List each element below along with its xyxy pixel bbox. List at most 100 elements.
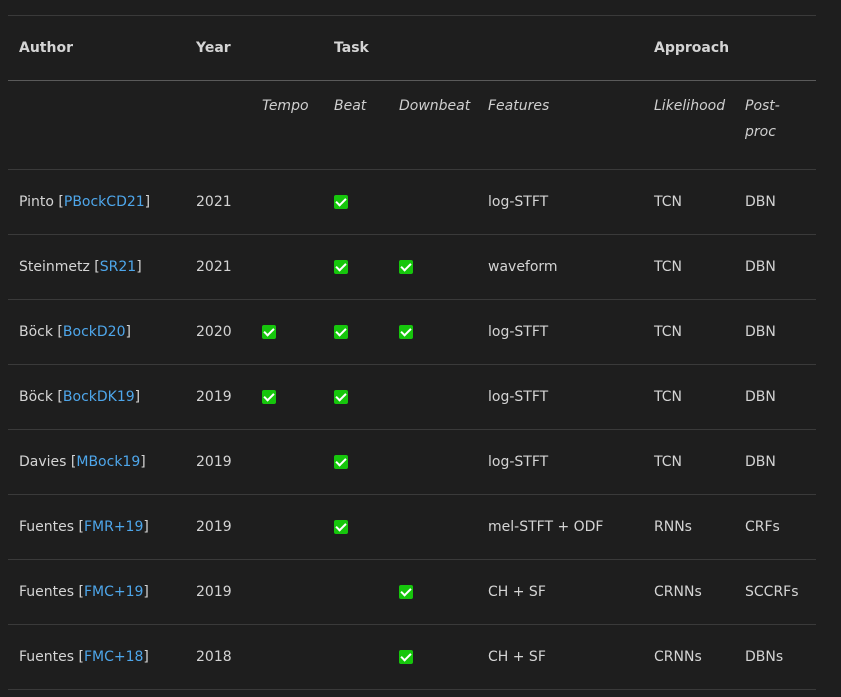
cell-likelihood: RNNs xyxy=(654,494,745,560)
methods-table: Author Year Task Approach Tempo Beat Dow… xyxy=(8,15,816,690)
subheader-downbeat: Downbeat xyxy=(399,98,471,114)
author-name: Steinmetz xyxy=(19,259,90,275)
cell-downbeat xyxy=(399,299,488,365)
author-name: Böck xyxy=(19,389,53,405)
author-name: Fuentes xyxy=(19,584,75,600)
citation-link[interactable]: FMC+19 xyxy=(84,584,143,600)
cell-features: log-STFT xyxy=(488,299,654,365)
cell-beat xyxy=(334,494,399,560)
check-mark-icon xyxy=(399,650,413,664)
citation-link[interactable]: BockDK19 xyxy=(63,389,135,405)
cell-beat xyxy=(334,299,399,365)
author-name: Fuentes xyxy=(19,649,75,665)
cell-author: Fuentes [FMC+18] xyxy=(8,624,196,690)
cell-author: Fuentes [FMC+19] xyxy=(8,559,196,625)
cell-downbeat xyxy=(399,559,488,625)
header-year: Year xyxy=(196,15,262,81)
cell-downbeat xyxy=(399,364,488,430)
check-mark-icon xyxy=(334,520,348,534)
check-mark-icon xyxy=(334,260,348,274)
check-mark-icon xyxy=(334,455,348,469)
cell-postproc: DBN xyxy=(745,364,816,430)
cell-features: log-STFT xyxy=(488,169,654,235)
check-mark-icon xyxy=(334,325,348,339)
cell-postproc: DBN xyxy=(745,429,816,495)
cell-downbeat xyxy=(399,234,488,300)
cell-features: CH + SF xyxy=(488,624,654,690)
citation-link[interactable]: BockD20 xyxy=(63,324,126,340)
cell-postproc: SCCRFs xyxy=(745,559,816,625)
table-row: Böck [BockD20] 2020 log-STFT TCN DBN xyxy=(8,299,816,365)
cell-features: log-STFT xyxy=(488,429,654,495)
subheader-features: Features xyxy=(488,98,550,114)
subheader-row: Tempo Beat Downbeat Features Likelihood … xyxy=(8,80,816,170)
citation-link[interactable]: SR21 xyxy=(100,259,136,275)
cell-beat xyxy=(334,559,399,625)
check-mark-icon xyxy=(334,390,348,404)
subheader-likelihood: Likelihood xyxy=(654,98,726,114)
cell-features: waveform xyxy=(488,234,654,300)
cell-tempo xyxy=(262,364,334,430)
author-name: Böck xyxy=(19,324,53,340)
cell-author: Böck [BockD20] xyxy=(8,299,196,365)
cell-year: 2021 xyxy=(196,169,262,235)
header-task: Task xyxy=(334,15,399,81)
cell-author: Böck [BockDK19] xyxy=(8,364,196,430)
cell-postproc: DBN xyxy=(745,299,816,365)
subheader-tempo: Tempo xyxy=(262,98,309,114)
check-mark-icon xyxy=(262,325,276,339)
citation-link[interactable]: FMR+19 xyxy=(84,519,143,535)
cell-postproc: DBNs xyxy=(745,624,816,690)
cell-year: 2019 xyxy=(196,494,262,560)
author-name: Davies xyxy=(19,454,67,470)
author-name: Pinto xyxy=(19,194,54,210)
check-mark-icon xyxy=(262,390,276,404)
cell-likelihood: TCN xyxy=(654,299,745,365)
table-row: Pinto [PBockCD21] 2021 log-STFT TCN DBN xyxy=(8,169,816,235)
cell-year: 2020 xyxy=(196,299,262,365)
cell-postproc: DBN xyxy=(745,234,816,300)
header-spacer xyxy=(399,15,488,81)
citation-link[interactable]: FMC+18 xyxy=(84,649,143,665)
cell-likelihood: CRNNs xyxy=(654,624,745,690)
citation-link[interactable]: PBockCD21 xyxy=(64,194,145,210)
cell-downbeat xyxy=(399,624,488,690)
header-approach: Approach xyxy=(654,15,745,81)
header-author: Author xyxy=(8,15,196,81)
cell-features: log-STFT xyxy=(488,364,654,430)
cell-year: 2021 xyxy=(196,234,262,300)
cell-features: mel-STFT + ODF xyxy=(488,494,654,560)
table-row: Fuentes [FMC+18] 2018 CH + SF CRNNs DBNs xyxy=(8,624,816,690)
cell-likelihood: CRNNs xyxy=(654,559,745,625)
cell-downbeat xyxy=(399,494,488,560)
subheader-beat: Beat xyxy=(334,98,367,114)
cell-downbeat xyxy=(399,169,488,235)
cell-tempo xyxy=(262,624,334,690)
check-mark-icon xyxy=(399,260,413,274)
author-name: Fuentes xyxy=(19,519,75,535)
header-spacer xyxy=(488,15,654,81)
table-row: Fuentes [FMR+19] 2019 mel-STFT + ODF RNNs CR… xyxy=(8,494,816,560)
header-row: Author Year Task Approach xyxy=(8,15,816,81)
cell-beat xyxy=(334,234,399,300)
cell-year: 2019 xyxy=(196,559,262,625)
cell-author: Pinto [PBockCD21] xyxy=(8,169,196,235)
methods-table-container: Author Year Task Approach Tempo Beat Dow… xyxy=(8,15,816,690)
cell-tempo xyxy=(262,429,334,495)
cell-beat xyxy=(334,429,399,495)
table-row: Davies [MBock19] 2019 log-STFT TCN DBN xyxy=(8,429,816,495)
cell-tempo xyxy=(262,299,334,365)
cell-year: 2018 xyxy=(196,624,262,690)
cell-features: CH + SF xyxy=(488,559,654,625)
cell-tempo xyxy=(262,234,334,300)
citation-link[interactable]: MBock19 xyxy=(76,454,140,470)
cell-author: Steinmetz [SR21] xyxy=(8,234,196,300)
cell-beat xyxy=(334,624,399,690)
cell-downbeat xyxy=(399,429,488,495)
cell-tempo xyxy=(262,494,334,560)
table-row: Fuentes [FMC+19] 2019 CH + SF CRNNs SCCRFs xyxy=(8,559,816,625)
cell-likelihood: TCN xyxy=(654,364,745,430)
cell-beat xyxy=(334,169,399,235)
cell-postproc: CRFs xyxy=(745,494,816,560)
cell-year: 2019 xyxy=(196,429,262,495)
